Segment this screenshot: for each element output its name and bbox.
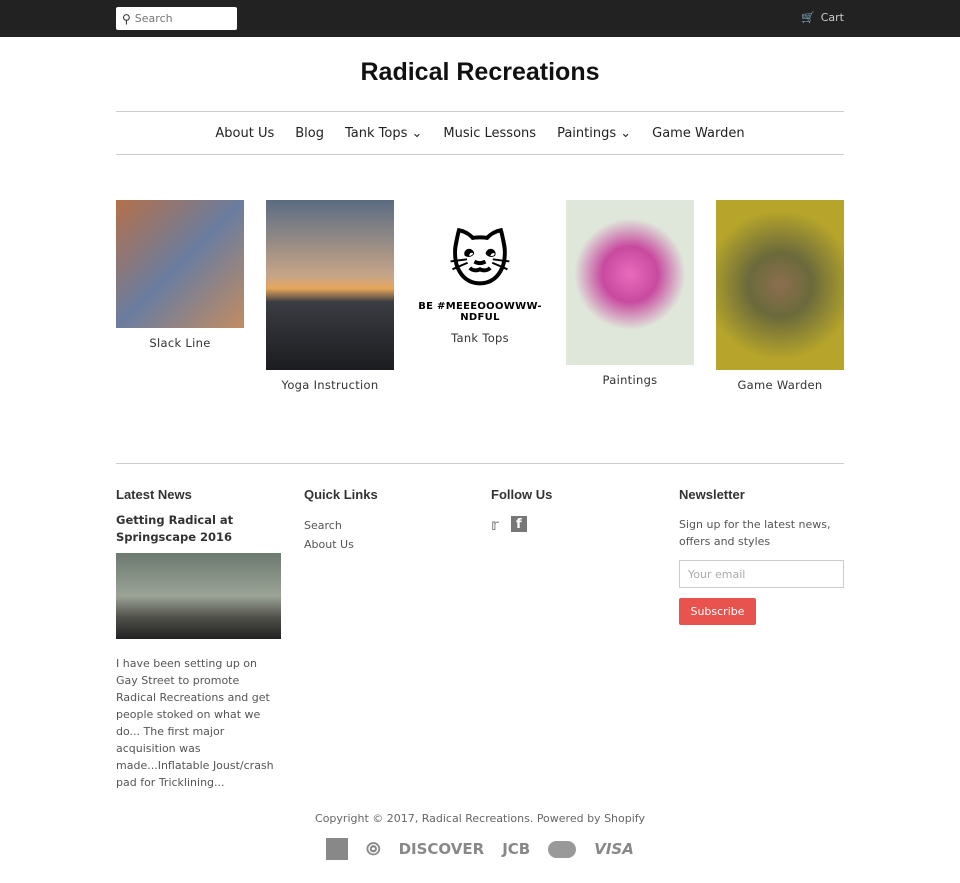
latest-news-heading: Latest News [116,487,192,502]
quick-links-heading: Quick Links [304,487,378,502]
nav-blog[interactable]: Blog [295,126,324,141]
search-icon: ⚲ [122,11,131,26]
cart-link[interactable]: 🛒 Cart [801,11,844,24]
collection-yoga[interactable]: Yoga Instruction [266,200,394,392]
collection-paintings[interactable]: Paintings [566,200,694,387]
top-bar: ⚲ 🛒 Cart [0,0,960,37]
cat-face-icon: 🐱 [448,226,512,296]
collection-image: 🐱 BE #MEEEOOOWWW-NDFUL [416,200,544,323]
facebook-icon[interactable]: f [510,516,527,532]
article-title-link[interactable]: Getting Radical at Springscape 2016 [116,512,282,546]
amex-icon [326,838,349,860]
payment-icons: ⦾ DISCOVER JCB VISA [0,838,960,860]
email-input[interactable]: Your email [679,560,844,588]
copyright: Copyright © 2017, Radical Recreations. P… [315,812,645,825]
collection-tank-tops[interactable]: 🐱 BE #MEEEOOOWWW-NDFUL Tank Tops [416,200,544,345]
twitter-icon[interactable]: 𝕣 [491,516,499,534]
nav-game-warden[interactable]: Game Warden [652,126,744,141]
cart-label: Cart [820,11,844,24]
collection-slack-line[interactable]: Slack Line [116,200,244,350]
collection-game-warden[interactable]: Game Warden [716,200,844,392]
collection-image [266,200,394,370]
article-excerpt: I have been setting up on Gay Street to … [116,657,274,789]
article-image[interactable] [116,553,281,639]
collection-label: Game Warden [737,378,823,392]
divider [116,463,844,464]
newsletter: Newsletter Sign up for the latest news, … [679,487,845,625]
footer-link-search[interactable]: Search [304,516,378,535]
visa-icon: VISA [594,840,634,858]
nav-music-lessons[interactable]: Music Lessons [443,126,536,141]
follow-us: Follow Us 𝕣 f [491,487,552,534]
diners-icon: ⦾ [366,838,381,860]
main-nav: About Us Blog Tank Tops ⌄ Music Lessons … [116,111,844,155]
mastercard-icon [548,840,577,858]
newsletter-heading: Newsletter [679,487,745,502]
collection-label: Yoga Instruction [281,378,379,392]
collection-image [566,200,694,365]
nav-about-us[interactable]: About Us [215,126,274,141]
search-box[interactable]: ⚲ [116,7,237,30]
quick-links: Quick Links Search About Us [304,487,378,554]
collection-label: Slack Line [149,336,211,350]
collection-image [716,200,844,370]
jcb-icon: JCB [502,840,531,858]
collection-image [116,200,244,328]
latest-news: Latest News Getting Radical at Springsca… [116,487,282,791]
collection-label: Paintings [602,373,658,387]
nav-tank-tops[interactable]: Tank Tops ⌄ [345,126,422,141]
image-text: BE #MEEEOOOWWW-NDFUL [418,301,542,323]
cart-icon: 🛒 [801,11,815,24]
footer-link-about-us[interactable]: About Us [304,535,378,554]
follow-us-heading: Follow Us [491,487,553,502]
discover-icon: DISCOVER [398,840,485,858]
subscribe-button[interactable]: Subscribe [679,598,756,625]
site-title[interactable]: Radical Recreations [0,58,960,87]
search-input[interactable] [134,12,225,25]
newsletter-text: Sign up for the latest news, offers and … [679,518,831,548]
nav-paintings[interactable]: Paintings ⌄ [557,126,631,141]
collection-label: Tank Tops [451,331,509,345]
